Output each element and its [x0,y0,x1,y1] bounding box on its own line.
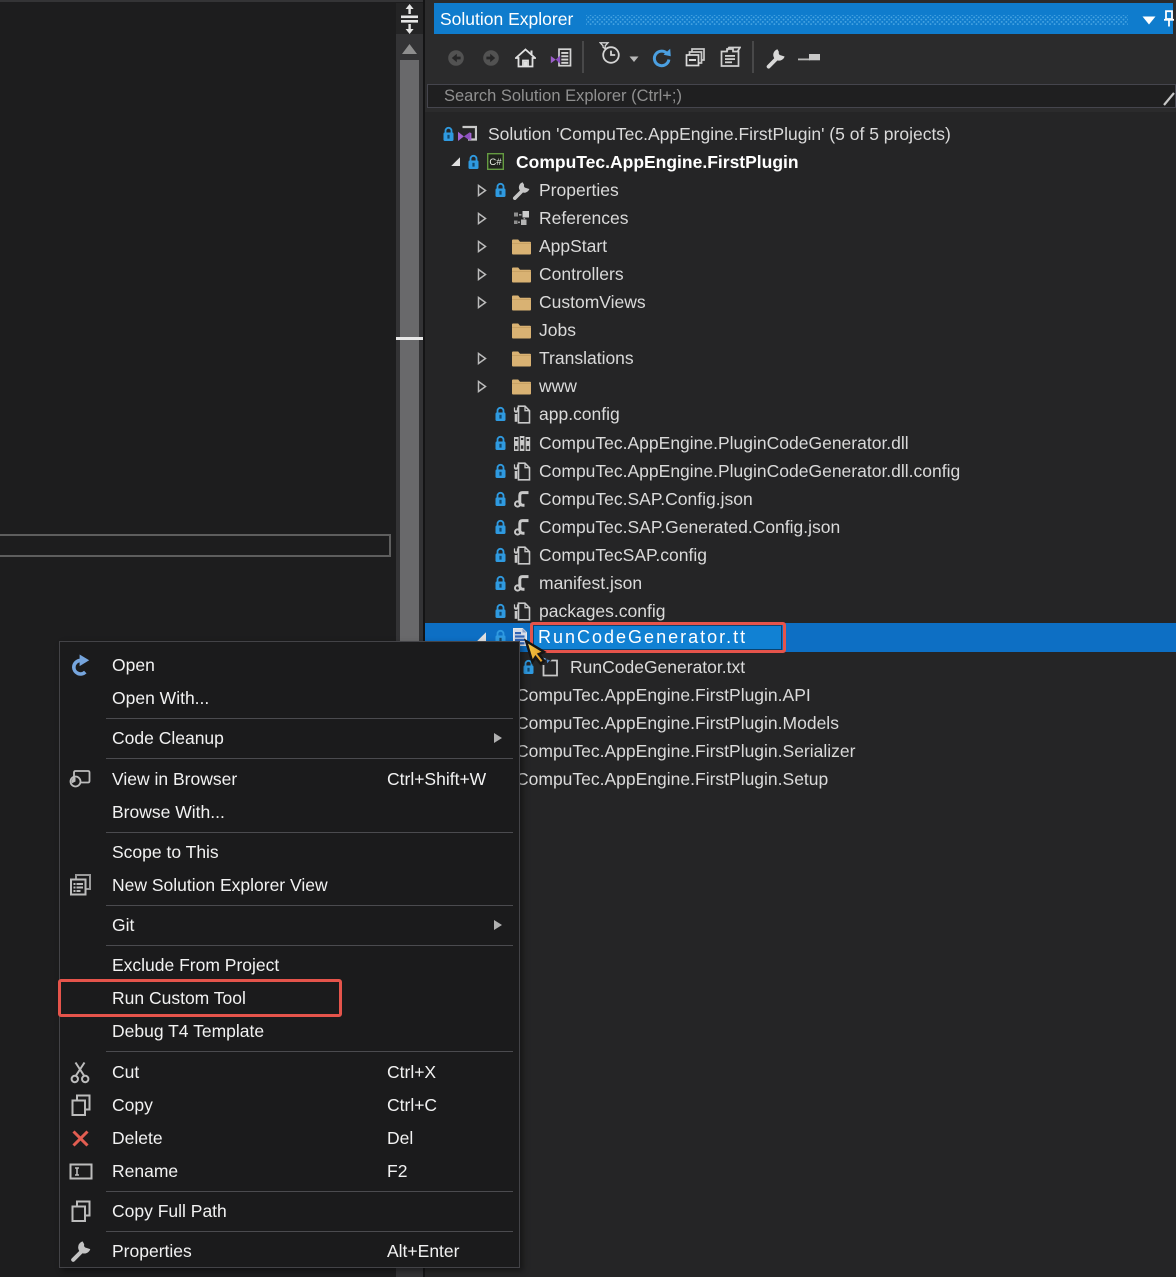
svg-text:C#: C# [489,157,502,168]
